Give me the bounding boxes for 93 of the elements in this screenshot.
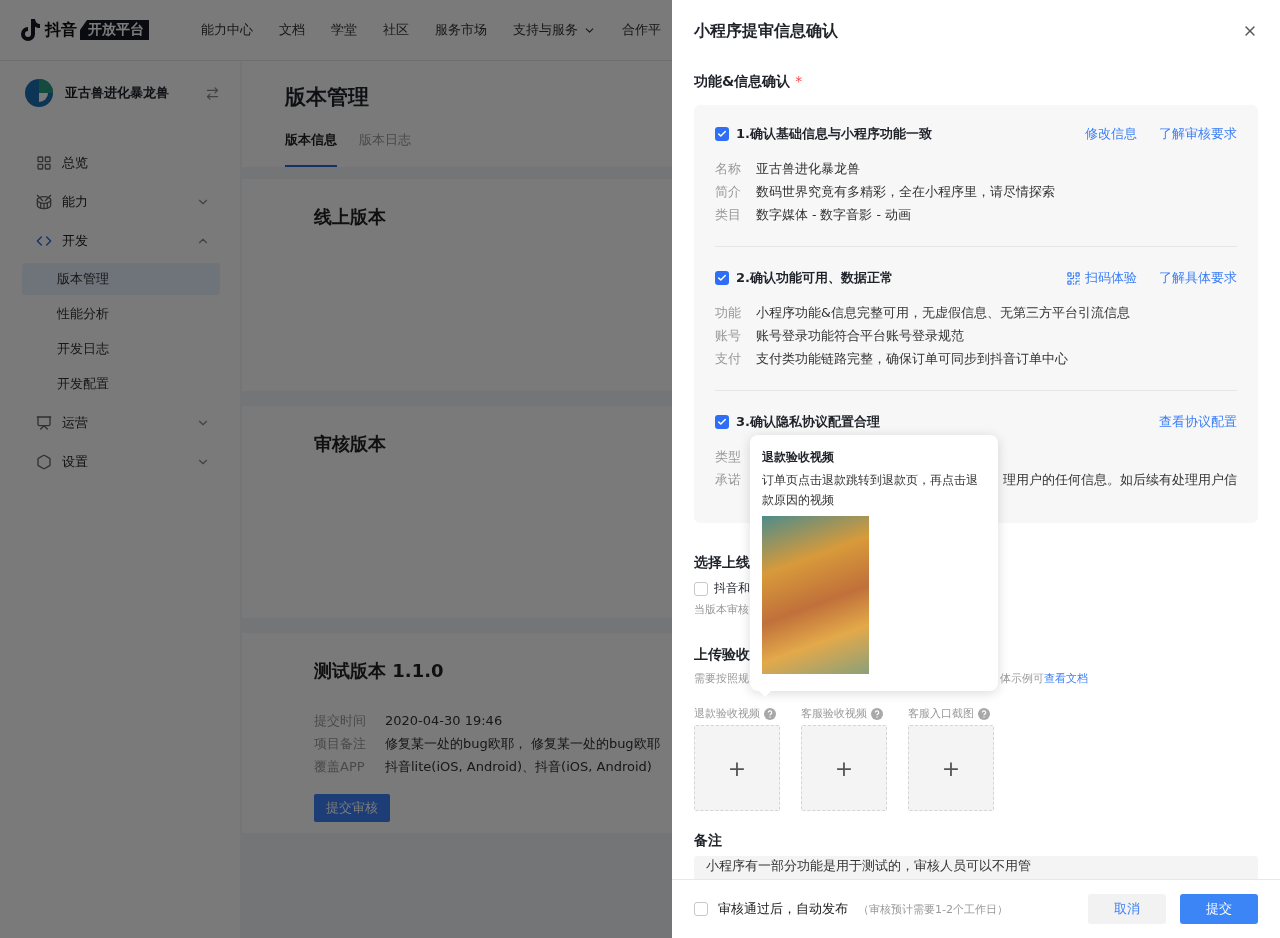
section-title: 功能&信息确认	[694, 72, 791, 91]
nav-link[interactable]: 学堂	[331, 21, 357, 39]
link[interactable]: 了解审核要求	[1159, 125, 1237, 143]
menu-item[interactable]: 设置	[22, 442, 220, 481]
app-name: 亚古兽进化暴龙兽	[65, 84, 170, 102]
menu-item[interactable]: 总览	[22, 143, 220, 182]
field-label: 名称	[715, 160, 742, 178]
hint-text: 需要按照规	[694, 672, 749, 685]
menu-item[interactable]: 能力	[22, 182, 220, 221]
check-icon	[717, 273, 727, 283]
nav-link[interactable]: 合作平	[622, 21, 661, 39]
logo-icon	[20, 18, 42, 42]
drawer-title: 小程序提审信息确认	[694, 20, 838, 42]
field-label: 功能	[715, 304, 742, 322]
nav-link[interactable]: 支持与服务	[513, 21, 596, 39]
checkbox-label: 抖音和	[714, 581, 750, 596]
nav-link[interactable]: 文档	[279, 21, 305, 39]
submit-review-button[interactable]: 提交审核	[314, 794, 390, 822]
logo-badge: 开放平台	[80, 20, 149, 40]
menu-item[interactable]: 开发	[22, 221, 220, 260]
nav-link[interactable]: 社区	[383, 21, 409, 39]
link[interactable]: 扫码体验	[1066, 269, 1137, 287]
field-label: 类型	[715, 448, 742, 466]
section-title: 上传验收	[694, 645, 750, 664]
hint-text: 体示例可	[1000, 671, 1044, 686]
submenu-item[interactable]: 开发配置	[22, 368, 220, 400]
section-title: 选择上线	[694, 553, 750, 572]
field-value: 理用户的任何信息。如后续有处理用户信	[1003, 471, 1237, 489]
menu-icon	[36, 414, 52, 431]
checkbox[interactable]	[715, 271, 729, 285]
required-mark: *	[795, 73, 803, 89]
checkbox[interactable]	[715, 415, 729, 429]
section-title: 备注	[694, 831, 722, 850]
cancel-button[interactable]: 取消	[1088, 894, 1166, 924]
field-value: 亚古兽进化暴龙兽	[756, 160, 860, 178]
submenu-item[interactable]: 开发日志	[22, 333, 220, 365]
submenu-item[interactable]: 版本管理	[22, 263, 220, 295]
submenu-item[interactable]: 性能分析	[22, 298, 220, 330]
upload-button[interactable]: +	[801, 725, 887, 811]
hint-text: （审核预计需要1-2个工作日）	[858, 901, 1009, 917]
hint-text: 当版本审核	[694, 602, 749, 617]
info-value: 抖音lite(iOS, Android)、抖音(iOS, Android)	[385, 758, 652, 776]
tab[interactable]: 版本信息	[285, 131, 337, 167]
upload-label: 客服验收视频	[801, 706, 867, 721]
nav-link[interactable]: 服务市场	[435, 21, 487, 39]
field-value: 账号登录功能符合平台账号登录规范	[756, 327, 964, 345]
menu-icon	[36, 193, 52, 210]
card-title: 线上版本	[314, 205, 386, 229]
link[interactable]: 修改信息	[1085, 125, 1137, 143]
field-label: 简介	[715, 183, 742, 201]
check-icon	[717, 129, 727, 139]
qr-code-icon	[1066, 270, 1081, 286]
field-label: 支付	[715, 350, 742, 368]
item-title: 3.确认隐私协议配置合理	[736, 413, 881, 431]
field-label: 承诺	[715, 471, 742, 489]
menu-icon	[36, 154, 52, 171]
logo-text: 抖音	[45, 19, 77, 41]
menu-icon	[36, 453, 52, 470]
upload-button[interactable]: +	[694, 725, 780, 811]
menu-item[interactable]: 运营	[22, 403, 220, 442]
popover-text: 订单页点击退款跳转到退款页，再点击退款原因的视频	[762, 472, 979, 509]
info-value: 2020-04-30 19:46	[385, 712, 503, 730]
link[interactable]: 查看协议配置	[1159, 413, 1237, 431]
field-value: 数字媒体 - 数字音影 - 动画	[756, 206, 911, 224]
docs-link[interactable]: 查看文档	[1044, 671, 1088, 686]
upload-label: 客服入口截图	[908, 706, 974, 721]
help-icon	[764, 707, 776, 720]
checkbox[interactable]	[715, 127, 729, 141]
card-title: 审核版本	[314, 432, 386, 456]
nav-link[interactable]: 能力中心	[201, 21, 253, 39]
field-value: 支付类功能链路完整，确保订单可同步到抖音订单中心	[756, 350, 1068, 368]
checkbox[interactable]	[694, 902, 708, 916]
checkbox[interactable]	[694, 581, 708, 596]
swap-icon[interactable]	[205, 85, 220, 101]
item-title: 1.确认基础信息与小程序功能一致	[736, 125, 933, 143]
help-icon	[978, 707, 990, 720]
field-label: 账号	[715, 327, 742, 345]
app-logo-icon	[25, 79, 53, 107]
submit-button[interactable]: 提交	[1180, 894, 1258, 924]
page-title: 版本管理	[285, 84, 370, 111]
card-title: 测试版本 1.1.0	[314, 659, 444, 683]
remark-field[interactable]: 小程序有一部分功能是用于测试的，审核人员可以不用管	[694, 856, 1258, 879]
field-value: 小程序功能&信息完整可用，无虚假信息、无第三方平台引流信息	[756, 304, 1130, 322]
help-icon	[871, 707, 883, 720]
link[interactable]: 了解具体要求	[1159, 269, 1237, 287]
checkbox-label: 审核通过后，自动发布	[718, 900, 848, 918]
field-label: 类目	[715, 206, 742, 224]
field-value: 数码世界究竟有多精彩，全在小程序里，请尽情探索	[756, 183, 1055, 201]
check-icon	[717, 417, 727, 427]
popover-title: 退款验收视频	[762, 449, 835, 466]
item-title: 2.确认功能可用、数据正常	[736, 269, 894, 287]
upload-label: 退款验收视频	[694, 706, 760, 721]
upload-button[interactable]: +	[908, 725, 994, 811]
